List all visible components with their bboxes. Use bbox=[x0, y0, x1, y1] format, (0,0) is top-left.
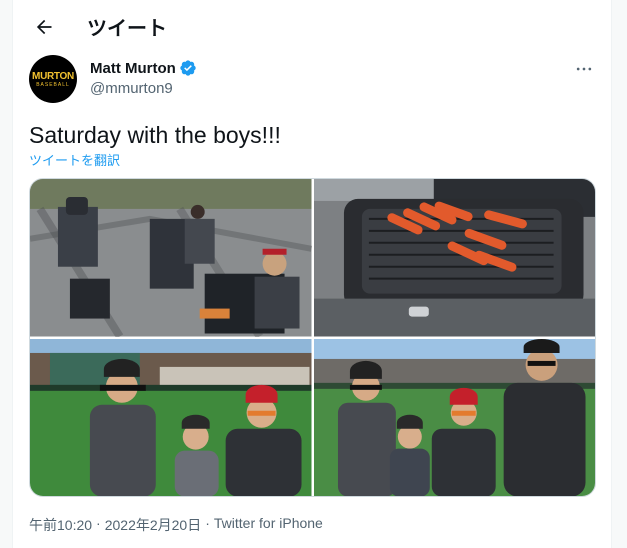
photo-boys-with-father-image bbox=[313, 338, 595, 496]
author-name[interactable]: Matt Murton bbox=[90, 60, 176, 77]
more-options-button[interactable] bbox=[569, 57, 599, 81]
tweet-media-grid bbox=[29, 178, 596, 497]
page-header: ツイート bbox=[13, 0, 613, 52]
avatar-logo-sub: BASEBALL bbox=[36, 81, 70, 88]
back-button[interactable] bbox=[27, 10, 61, 44]
meta-separator: · bbox=[205, 515, 210, 531]
photo-grill-hotdogs[interactable] bbox=[313, 179, 595, 337]
photo-camp-chairs[interactable] bbox=[30, 179, 312, 337]
tweet-source[interactable]: Twitter for iPhone bbox=[214, 515, 323, 535]
page-title: ツイート bbox=[87, 18, 167, 40]
more-dots-icon bbox=[576, 67, 592, 71]
photo-boys-stadium[interactable] bbox=[30, 338, 312, 496]
tweet-date[interactable]: 2022年2月20日 bbox=[105, 515, 202, 535]
translate-tweet-link[interactable]: ツイートを翻訳 bbox=[29, 150, 120, 169]
author-handle[interactable]: @mmurton9 bbox=[90, 80, 173, 97]
tweet-text: Saturday with the boys!!! bbox=[29, 122, 281, 148]
photo-camp-chairs-image bbox=[30, 179, 312, 337]
tweet-author: MURTON BASEBALL Matt Murton @mmurton9 bbox=[29, 55, 599, 107]
author-name-row[interactable]: Matt Murton bbox=[90, 59, 197, 77]
meta-separator: · bbox=[96, 515, 101, 531]
photo-grill-hotdogs-image bbox=[313, 179, 595, 337]
photo-boys-with-father[interactable] bbox=[313, 338, 595, 496]
tweet-time[interactable]: 午前10:20 bbox=[29, 515, 92, 535]
arrow-left-icon bbox=[36, 19, 52, 35]
tweet-panel: ツイート MURTON BASEBALL Matt Murton @mmurto… bbox=[12, 0, 612, 548]
tweet-metadata: 午前10:20 · 2022年2月20日 · Twitter for iPhon… bbox=[29, 515, 323, 535]
avatar[interactable]: MURTON BASEBALL bbox=[29, 55, 77, 103]
avatar-logo: MURTON bbox=[32, 70, 74, 82]
photo-boys-stadium-image bbox=[30, 338, 312, 496]
verified-badge-icon bbox=[180, 60, 196, 76]
